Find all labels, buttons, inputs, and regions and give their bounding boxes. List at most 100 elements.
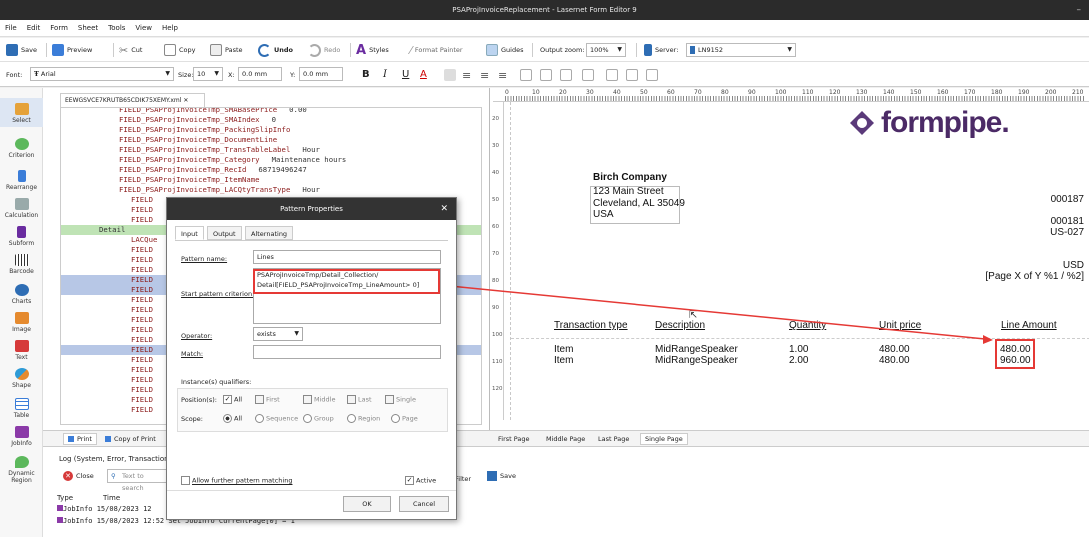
xml-line[interactable]: FIELD <box>131 375 153 385</box>
position-all-checkbox[interactable]: ✓ All <box>223 395 242 404</box>
xml-line[interactable]: FIELD <box>131 255 153 265</box>
layout-button-2[interactable] <box>540 67 552 83</box>
preview-button[interactable]: Preview <box>52 42 92 58</box>
sidebar-item-select[interactable]: Select <box>0 98 43 127</box>
cut-button[interactable]: ✂ Cut <box>119 42 142 58</box>
xml-line[interactable]: FIELD_PSAProjInvoiceTmp_PackingSlipInfo <box>119 125 290 135</box>
layout-button-7[interactable] <box>646 67 658 83</box>
size-select[interactable]: 10 ▼ <box>193 67 223 81</box>
position-single-checkbox[interactable]: Single <box>385 395 416 404</box>
dialog-close-button[interactable]: ✕ <box>440 198 448 220</box>
log-search-input[interactable]: ⚲ Text to search <box>107 469 167 492</box>
menu-tools[interactable]: Tools <box>103 20 130 37</box>
xml-line[interactable]: FIELD_PSAProjInvoiceTmp_SMABasePrice 0.00 <box>119 108 307 115</box>
justify-button[interactable]: ≡ <box>498 67 507 83</box>
row2-description[interactable]: MidRangeSpeaker <box>655 355 738 366</box>
sidebar-item-rearrange[interactable]: Rearrange <box>0 170 43 191</box>
log-close-button[interactable]: ✕ Close <box>63 471 94 481</box>
xml-line[interactable]: FIELD <box>131 205 153 215</box>
ok-button[interactable]: OK <box>343 496 391 512</box>
header-line-amount[interactable]: Line Amount <box>1001 320 1057 331</box>
sidebar-item-table[interactable]: Table <box>0 398 43 419</box>
row2-unit-price[interactable]: 480.00 <box>879 355 910 366</box>
styles-button[interactable]: A Styles <box>356 42 389 58</box>
tab-input[interactable]: Input <box>175 226 204 240</box>
xml-line[interactable]: FIELD <box>131 345 153 355</box>
page-counter[interactable]: [Page X of Y %1 / %2] <box>985 271 1084 282</box>
xml-line[interactable]: FIELD <box>131 385 153 395</box>
position-first-checkbox[interactable]: First <box>255 395 280 404</box>
tab-copy-of-print[interactable]: Copy of Print <box>101 433 160 445</box>
save-button[interactable]: Save <box>6 42 37 58</box>
xml-line[interactable]: FIELD <box>131 305 153 315</box>
xml-line[interactable]: FIELD <box>131 365 153 375</box>
tab-middle-page[interactable]: Middle Page <box>542 433 589 445</box>
tab-alternating[interactable]: Alternating <box>245 226 294 240</box>
xml-line[interactable]: FIELD <box>131 405 153 415</box>
xml-line[interactable]: FIELD <box>131 295 153 305</box>
log-col-time[interactable]: Time <box>103 494 120 502</box>
allow-further-checkbox[interactable]: Allow further pattern matching <box>181 476 292 485</box>
sidebar-item-text[interactable]: Text <box>0 340 43 361</box>
copy-button[interactable]: Copy <box>164 42 196 58</box>
italic-button[interactable]: I <box>383 66 387 82</box>
menu-sheet[interactable]: Sheet <box>73 20 103 37</box>
output-zoom-select[interactable]: 100% ▼ <box>586 43 626 57</box>
scope-all-radio[interactable]: All <box>223 414 242 423</box>
xml-line[interactable]: FIELD_PSAProjInvoiceTmp_DocumentLine <box>119 135 277 145</box>
xml-line[interactable]: FIELD_PSAProjInvoiceTmp_Category Maintena… <box>119 155 346 165</box>
row2-type[interactable]: Item <box>554 355 573 366</box>
xml-line[interactable]: LACQue <box>131 235 157 245</box>
sidebar-item-shape[interactable]: Shape <box>0 368 43 389</box>
tab-output[interactable]: Output <box>207 226 242 240</box>
header-unit-price[interactable]: Unit price <box>879 320 921 331</box>
menu-file[interactable]: File <box>0 20 22 37</box>
menu-edit[interactable]: Edit <box>22 20 46 37</box>
xml-line[interactable]: FIELD_PSAProjInvoiceTmp_SMAIndex 0 <box>119 115 276 125</box>
row1-description[interactable]: MidRangeSpeaker <box>655 344 738 355</box>
invoice-page[interactable]: formpipe. Birch Company 123 Main Street … <box>510 102 1089 420</box>
undo-button[interactable]: Undo <box>258 42 293 58</box>
scope-page-radio[interactable]: Page <box>391 414 418 423</box>
xml-line[interactable]: FIELD <box>131 325 153 335</box>
minimize-button[interactable]: – <box>1077 0 1082 20</box>
font-select[interactable]: Ŧ Arial ▼ <box>30 67 174 81</box>
xml-line[interactable]: FIELD <box>131 265 153 275</box>
active-checkbox[interactable]: ✓ Active <box>405 476 436 485</box>
layout-button-6[interactable] <box>626 67 638 83</box>
log-filter-button[interactable]: Filter <box>455 475 471 483</box>
sidebar-item-barcode[interactable]: Barcode <box>0 254 43 275</box>
menu-form[interactable]: Form <box>45 20 73 37</box>
scope-region-radio[interactable]: Region <box>347 414 380 423</box>
xml-line[interactable]: FIELD <box>131 285 153 295</box>
align-center-button[interactable]: ≡ <box>462 67 471 83</box>
invoice-number[interactable]: 000187 <box>1051 194 1084 205</box>
server-select[interactable]: LN9152 ▼ <box>686 43 796 57</box>
xml-line[interactable]: FIELD <box>131 315 153 325</box>
xml-line[interactable]: FIELD <box>131 275 153 285</box>
xml-line[interactable]: FIELD <box>131 395 153 405</box>
redo-button[interactable]: Redo <box>308 42 340 58</box>
operator-select[interactable]: exists ▼ <box>253 327 303 341</box>
row1-unit-price[interactable]: 480.00 <box>879 344 910 355</box>
pattern-name-input[interactable]: Lines <box>253 250 441 264</box>
sidebar-item-criterion[interactable]: Criterion <box>0 138 43 159</box>
font-color-button[interactable]: A <box>420 66 427 82</box>
log-save-button[interactable]: Save <box>487 471 516 481</box>
xml-line[interactable]: FIELD <box>131 245 153 255</box>
header-quantity[interactable]: Quantity <box>789 320 826 331</box>
xml-line[interactable]: FIELD_PSAProjInvoiceTmp_TransTableLabel H… <box>119 145 320 155</box>
xml-line[interactable]: FIELD_PSAProjInvoiceTmp_ItemName <box>119 175 260 185</box>
sidebar-item-subform[interactable]: Subform <box>0 226 43 247</box>
sidebar-item-calculation[interactable]: Calculation <box>0 198 43 219</box>
tab-first-page[interactable]: First Page <box>494 433 533 445</box>
match-input[interactable] <box>253 345 441 359</box>
sidebar-item-charts[interactable]: Charts <box>0 284 43 305</box>
tab-single-page[interactable]: Single Page <box>640 433 688 445</box>
cancel-button[interactable]: Cancel <box>399 496 449 512</box>
xml-line[interactable]: FIELD <box>131 335 153 345</box>
xml-line[interactable]: FIELD <box>131 215 153 225</box>
format-painter-button[interactable]: ⁄ Format Painter <box>410 42 463 58</box>
menu-view[interactable]: View <box>130 20 157 37</box>
layout-button-5[interactable] <box>606 67 618 83</box>
